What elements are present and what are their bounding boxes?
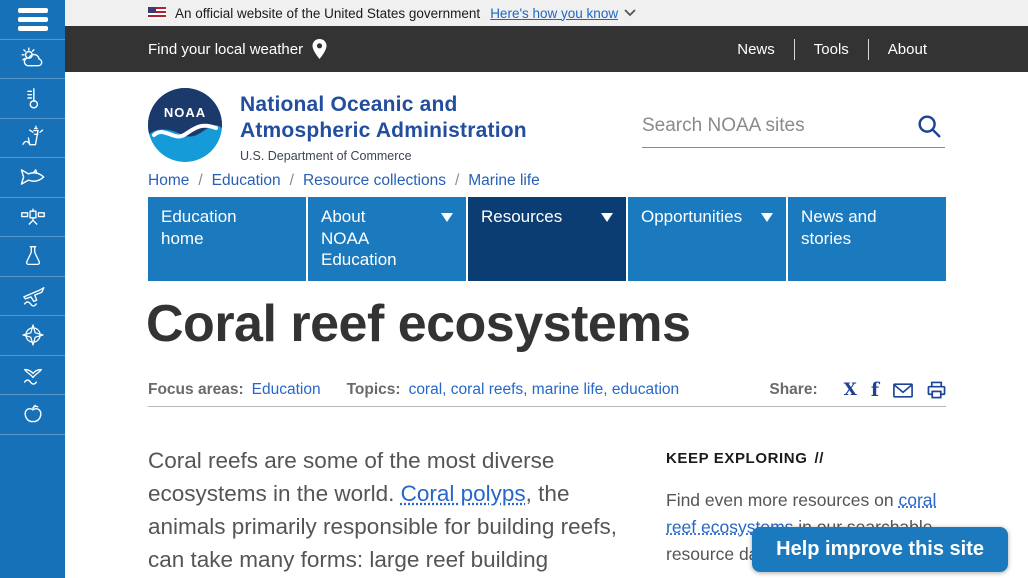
airplane-icon [18, 281, 48, 311]
left-icon-sidebar [0, 0, 65, 578]
facebook-icon[interactable]: f [871, 379, 879, 401]
noaa-education-page: An official website of the United States… [0, 0, 1028, 578]
topic-links: coral coral reefs marine life education [409, 381, 680, 399]
agency-name-line2: Atmospheric Administration [240, 118, 527, 144]
page-title: Coral reef ecosystems [146, 294, 690, 354]
dropdown-arrow-icon [601, 213, 613, 222]
nav-item-news-and-stories[interactable]: News and stories [788, 197, 946, 281]
sidebar-item-satellites[interactable] [0, 198, 65, 238]
dropdown-arrow-icon [441, 213, 453, 222]
topic-link-marine-life[interactable]: marine life [532, 381, 612, 398]
top-utility-bar: Find your local weather News Tools About [65, 26, 1028, 72]
compass-icon [18, 320, 48, 350]
nav-item-resources[interactable]: Resources [468, 197, 626, 281]
topic-link-education[interactable]: education [612, 381, 679, 398]
article-meta: Focus areas: Education Topics: coral cor… [148, 379, 946, 401]
keep-exploring-heading: KEEP EXPLORING// [666, 450, 948, 467]
agency-name-line1: National Oceanic and [240, 92, 527, 118]
sidebar-item-fisheries[interactable] [0, 158, 65, 198]
coral-polyps-link[interactable]: Coral polyps [401, 481, 526, 506]
focus-areas-label: Focus areas: [148, 381, 244, 399]
sidebar-item-education[interactable] [0, 395, 65, 435]
topics-label: Topics: [347, 381, 401, 399]
menu-icon [18, 8, 48, 31]
topbar-links: News Tools About [718, 39, 946, 60]
search-button[interactable] [915, 112, 943, 143]
breadcrumb-resource-collections[interactable]: Resource collections [303, 172, 446, 189]
gov-banner: An official website of the United States… [65, 0, 1028, 26]
how-you-know-link[interactable]: Here's how you know [490, 6, 618, 21]
share-label: Share: [769, 381, 817, 399]
whale-tail-icon [18, 360, 48, 390]
location-pin-icon [312, 39, 327, 59]
sidebar-item-weather[interactable] [0, 40, 65, 80]
topbar-link-about[interactable]: About [868, 39, 946, 60]
focus-area-education-link[interactable]: Education [252, 381, 321, 399]
topic-link-coral[interactable]: coral [409, 381, 451, 398]
meta-divider [148, 406, 946, 407]
breadcrumb-education[interactable]: Education [212, 172, 281, 189]
sidebar-item-charting[interactable] [0, 316, 65, 356]
topbar-link-news[interactable]: News [718, 39, 794, 60]
section-nav: Education home About NOAA Education Reso… [148, 197, 946, 281]
sidebar-item-sanctuaries[interactable] [0, 356, 65, 396]
site-search [642, 106, 945, 148]
chevron-down-icon[interactable] [624, 9, 636, 17]
agency-department: U.S. Department of Commerce [240, 149, 527, 163]
satellite-icon [18, 202, 48, 232]
noaa-logo-image: NOAA [148, 88, 222, 162]
print-icon[interactable] [927, 381, 946, 399]
breadcrumb-home[interactable]: Home [148, 172, 189, 189]
help-improve-site-button[interactable]: Help improve this site [752, 527, 1008, 572]
breadcrumb-marine-life[interactable]: Marine life [468, 172, 540, 189]
share-group: Share: X f [769, 379, 946, 401]
x-twitter-icon[interactable]: X [844, 380, 857, 400]
sidebar-item-menu[interactable] [0, 0, 65, 40]
sidebar-item-coasts[interactable] [0, 119, 65, 159]
topbar-link-tools[interactable]: Tools [794, 39, 868, 60]
sidebar-item-marine-aviation[interactable] [0, 277, 65, 317]
sidebar-item-research[interactable] [0, 237, 65, 277]
topic-link-coral-reefs[interactable]: coral reefs [451, 381, 532, 398]
agency-title[interactable]: National Oceanic and Atmospheric Adminis… [240, 92, 527, 163]
us-flag-icon [148, 7, 166, 19]
dropdown-arrow-icon [761, 213, 773, 222]
heading-slashes: // [815, 450, 825, 467]
thermometer-icon [18, 83, 48, 113]
sidebar-item-climate[interactable] [0, 79, 65, 119]
apple-icon [18, 399, 48, 429]
search-icon [915, 112, 943, 140]
weather-icon [18, 44, 48, 74]
email-icon[interactable] [893, 383, 913, 398]
fish-icon [17, 161, 49, 193]
nav-item-about-noaa-education[interactable]: About NOAA Education [308, 197, 466, 281]
gov-banner-text: An official website of the United States… [175, 6, 480, 21]
flask-icon [19, 242, 47, 270]
lighthouse-icon [18, 123, 48, 153]
noaa-logo[interactable]: NOAA [148, 88, 222, 162]
svg-text:NOAA: NOAA [164, 105, 206, 120]
nav-item-opportunities[interactable]: Opportunities [628, 197, 786, 281]
local-weather-link[interactable]: Find your local weather [148, 39, 327, 59]
nav-item-education-home[interactable]: Education home [148, 197, 306, 281]
search-input[interactable] [642, 106, 897, 146]
article-intro: Coral reefs are some of the most diverse… [148, 444, 628, 576]
breadcrumb: Home/Education/Resource collections/Mari… [148, 172, 540, 190]
